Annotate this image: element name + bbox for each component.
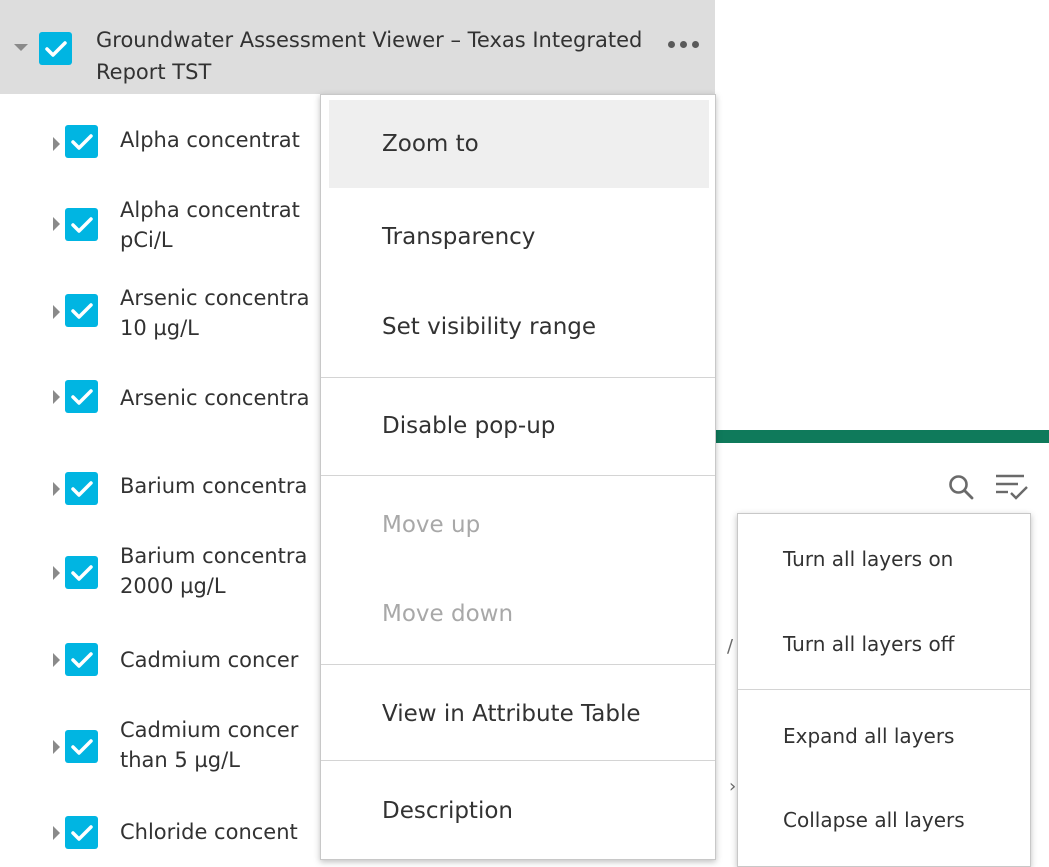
layer-checkbox[interactable] <box>65 643 98 676</box>
layer-checkbox[interactable] <box>65 208 98 241</box>
expand-caret-icon[interactable] <box>53 305 60 319</box>
panel-accent-bar <box>715 430 1049 443</box>
layer-checkbox[interactable] <box>65 816 98 849</box>
menu-turn-all-layers-off[interactable]: Turn all layers off <box>738 621 1030 667</box>
hidden-panel-edge: / <box>727 636 734 657</box>
layer-label: Cadmium concer <box>120 648 299 672</box>
layer-label: Chloride concent <box>120 820 298 844</box>
layer-checkbox[interactable] <box>65 125 98 158</box>
menu-divider <box>321 377 715 378</box>
layer-row[interactable]: Arsenic concentra 10 µg/L <box>0 282 330 342</box>
layer-label-line2: pCi/L <box>120 228 173 252</box>
expand-caret-icon[interactable] <box>53 653 60 667</box>
menu-move-up: Move up <box>382 512 481 538</box>
layer-group-header[interactable]: Groundwater Assessment Viewer – Texas In… <box>0 0 715 94</box>
collapse-caret-icon[interactable] <box>14 44 28 51</box>
layer-row[interactable]: Cadmium concer than 5 µg/L <box>0 714 330 774</box>
menu-divider <box>321 475 715 476</box>
layer-label: Barium concentra <box>120 474 308 498</box>
menu-zoom-to[interactable]: Zoom to <box>329 100 709 188</box>
layer-label-line2: 2000 µg/L <box>120 574 226 598</box>
layer-label: Arsenic concentra <box>120 386 310 410</box>
menu-transparency[interactable]: Transparency <box>329 207 709 267</box>
menu-expand-all-layers[interactable]: Expand all layers <box>738 713 1030 759</box>
hidden-panel-edge: › <box>729 776 737 797</box>
layer-options-menu: Zoom to Transparency Set visibility rang… <box>320 94 716 860</box>
expand-caret-icon[interactable] <box>53 390 60 404</box>
search-icon[interactable] <box>948 474 974 500</box>
layer-row[interactable]: Barium concentra 2000 µg/L <box>0 540 330 600</box>
layer-row[interactable]: Alpha concentrat <box>0 114 330 174</box>
layer-row[interactable]: Cadmium concer <box>0 630 330 690</box>
layer-label-line2: 10 µg/L <box>120 316 199 340</box>
layer-checkbox[interactable] <box>65 472 98 505</box>
menu-description[interactable]: Description <box>329 781 709 841</box>
expand-caret-icon[interactable] <box>53 826 60 840</box>
menu-view-attribute-table[interactable]: View in Attribute Table <box>329 684 709 744</box>
layer-label: Alpha concentrat <box>120 128 300 152</box>
layer-checkbox[interactable] <box>65 380 98 413</box>
layer-label: Barium concentra <box>120 544 308 568</box>
expand-caret-icon[interactable] <box>53 482 60 496</box>
layer-checkbox[interactable] <box>65 294 98 327</box>
menu-divider <box>738 689 1030 690</box>
menu-collapse-all-layers[interactable]: Collapse all layers <box>738 797 1030 843</box>
more-options-icon[interactable] <box>668 41 708 53</box>
layer-row[interactable]: Chloride concent <box>0 804 330 864</box>
menu-divider <box>321 760 715 761</box>
expand-caret-icon[interactable] <box>53 137 60 151</box>
group-visibility-checkbox[interactable] <box>39 32 72 65</box>
layer-label: Arsenic concentra <box>120 286 310 310</box>
group-title: Groundwater Assessment Viewer – Texas In… <box>96 28 643 84</box>
menu-set-visibility-range[interactable]: Set visibility range <box>329 297 709 357</box>
menu-move-down: Move down <box>382 601 514 627</box>
menu-divider <box>321 664 715 665</box>
layer-checkbox[interactable] <box>65 730 98 763</box>
expand-caret-icon[interactable] <box>53 740 60 754</box>
layer-row[interactable]: Alpha concentrat pCi/L <box>0 192 330 252</box>
layer-row[interactable]: Barium concentra <box>0 458 330 518</box>
layer-row[interactable]: Arsenic concentra <box>0 372 330 432</box>
layer-list-options-icon[interactable] <box>994 470 1030 504</box>
layer-checkbox[interactable] <box>65 556 98 589</box>
layer-label-line2: than 5 µg/L <box>120 748 240 772</box>
expand-caret-icon[interactable] <box>53 217 60 231</box>
menu-disable-popup[interactable]: Disable pop-up <box>329 396 709 456</box>
menu-turn-all-layers-on[interactable]: Turn all layers on <box>738 536 1030 582</box>
layer-label: Cadmium concer <box>120 718 299 742</box>
layer-list-options-menu: Turn all layers on Turn all layers off E… <box>737 513 1031 867</box>
expand-caret-icon[interactable] <box>53 566 60 580</box>
layer-label: Alpha concentrat <box>120 198 300 222</box>
